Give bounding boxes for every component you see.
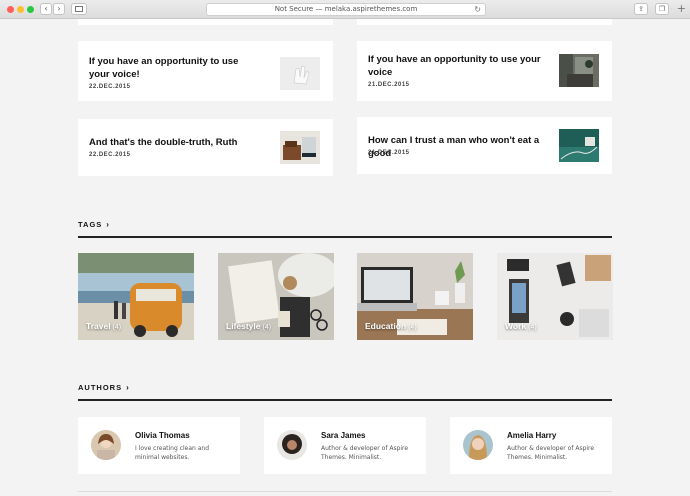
- authors-heading-label: AUTHORS: [78, 383, 123, 392]
- post-date: 22.DEC.2015: [89, 152, 131, 158]
- tag-label: Education (4): [365, 321, 417, 331]
- chevron-right-icon: ›: [57, 4, 61, 13]
- tabs-overview-button[interactable]: ❐: [655, 3, 669, 15]
- post-title[interactable]: And that's the double-truth, Ruth: [89, 136, 259, 149]
- authors-heading[interactable]: AUTHORS ›: [78, 383, 130, 392]
- forward-button[interactable]: ›: [53, 3, 65, 15]
- chevron-right-icon: ›: [106, 220, 110, 229]
- author-card[interactable]: Olivia Thomas I love creating clean and …: [78, 417, 240, 474]
- teal-desk-image: [559, 129, 599, 162]
- address-text: Not Secure — melaka.aspirethemes.com: [274, 5, 418, 13]
- author-name[interactable]: Amelia Harry: [507, 431, 556, 440]
- author-name[interactable]: Sara James: [321, 431, 365, 440]
- tag-label: Travel (4): [86, 321, 122, 331]
- post-card[interactable]: And that's the double-truth, Ruth 22.DEC…: [78, 119, 333, 176]
- author-card[interactable]: Amelia Harry Author & developer of Aspir…: [450, 417, 612, 474]
- post-thumbnail[interactable]: [280, 131, 320, 164]
- post-title[interactable]: How can I trust a man who won't eat a go…: [368, 134, 558, 160]
- sidebar-toggle-button[interactable]: [71, 3, 87, 15]
- post-thumbnail[interactable]: [559, 129, 599, 162]
- bottom-divider: [78, 491, 612, 492]
- post-date: 21.DEC.2015: [368, 150, 410, 156]
- post-card[interactable]: If you have an opportunity to use your v…: [357, 41, 612, 101]
- avatar[interactable]: [277, 430, 307, 460]
- zoom-window-button[interactable]: [27, 6, 34, 13]
- post-date: 21.DEC.2015: [368, 82, 410, 88]
- author-name[interactable]: Olivia Thomas: [135, 431, 190, 440]
- tags-divider: [78, 236, 612, 238]
- new-tab-button[interactable]: +: [677, 3, 686, 15]
- avatar[interactable]: [91, 430, 121, 460]
- back-button[interactable]: ‹: [40, 3, 52, 15]
- tabs-icon: ❐: [658, 5, 666, 13]
- chevron-right-icon: ›: [126, 383, 130, 392]
- tag-lifestyle[interactable]: Lifestyle (4): [218, 253, 334, 340]
- author-bio: I love creating clean and minimal websit…: [135, 445, 210, 461]
- tag-work[interactable]: Work (4): [497, 253, 613, 340]
- author-card[interactable]: Sara James Author & developer of Aspire …: [264, 417, 426, 474]
- tag-travel[interactable]: Travel (4): [78, 253, 194, 340]
- post-date: 22.DEC.2015: [89, 84, 131, 90]
- post-thumbnail[interactable]: [559, 54, 599, 87]
- tag-label: Lifestyle (4): [226, 321, 272, 331]
- chair-image: [280, 131, 320, 164]
- browser-toolbar: ‹ › Not Secure — melaka.aspirethemes.com…: [0, 0, 690, 19]
- minimize-window-button[interactable]: [17, 6, 24, 13]
- post-thumbnail[interactable]: [280, 57, 320, 90]
- reload-icon[interactable]: ↻: [474, 4, 481, 15]
- share-button[interactable]: ⇪: [634, 3, 648, 15]
- author-bio: Author & developer of Aspire Themes. Min…: [321, 445, 409, 461]
- tag-education[interactable]: Education (4): [357, 253, 473, 340]
- office-image: [559, 54, 599, 87]
- post-card-partial[interactable]: [357, 19, 612, 25]
- avatar[interactable]: [463, 430, 493, 460]
- post-title[interactable]: If you have an opportunity to use your v…: [368, 53, 548, 79]
- post-card-partial[interactable]: [78, 19, 333, 25]
- share-icon: ⇪: [638, 5, 644, 13]
- post-title[interactable]: If you have an opportunity to use your v…: [89, 55, 259, 81]
- hand-image: [280, 57, 320, 90]
- tags-heading[interactable]: TAGS ›: [78, 220, 110, 229]
- tags-heading-label: TAGS: [78, 220, 103, 229]
- post-card[interactable]: How can I trust a man who won't eat a go…: [357, 117, 612, 174]
- post-card[interactable]: If you have an opportunity to use your v…: [78, 41, 333, 101]
- sidebar-icon: [75, 6, 83, 12]
- address-bar[interactable]: Not Secure — melaka.aspirethemes.com ↻: [206, 3, 486, 16]
- author-bio: Author & developer of Aspire Themes. Min…: [507, 445, 595, 461]
- chevron-left-icon: ‹: [44, 4, 48, 13]
- authors-divider: [78, 399, 612, 401]
- close-window-button[interactable]: [7, 6, 14, 13]
- tag-label: Work (4): [505, 321, 537, 331]
